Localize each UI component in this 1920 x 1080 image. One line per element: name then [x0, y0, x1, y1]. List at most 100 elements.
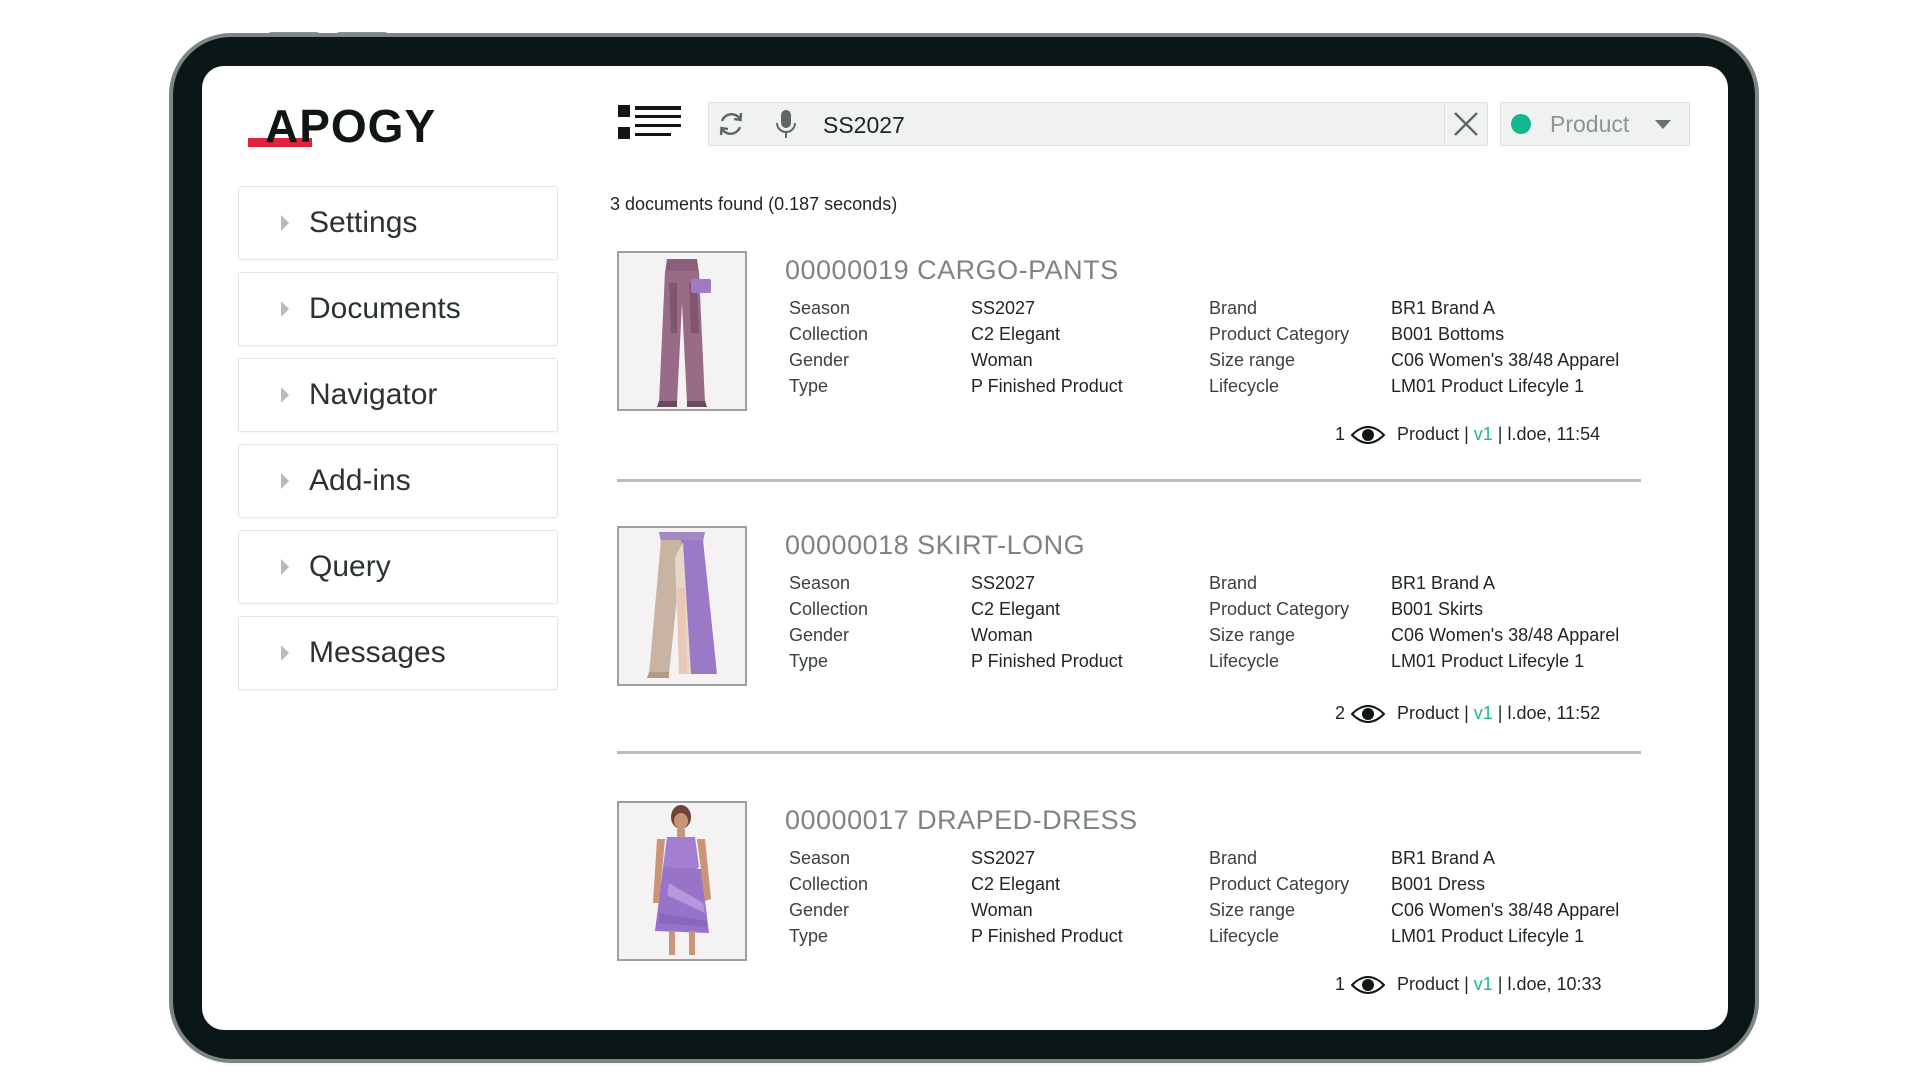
attribute-values-left: SS2027 C2 Elegant Woman P Finished Produ… [971, 295, 1123, 399]
season-value: SS2027 [971, 298, 1036, 318]
gender-value: Woman [971, 625, 1033, 645]
list-view-icon[interactable] [617, 103, 683, 143]
doc-type: Product [1397, 703, 1460, 723]
size-range-value: C06 Women's 38/48 Apparel [1391, 625, 1620, 645]
type-value: P Finished Product [971, 651, 1123, 671]
doc-type: Product [1397, 424, 1460, 444]
separator: | [1459, 974, 1474, 994]
eye-icon[interactable] [1351, 704, 1386, 724]
separator: | [1492, 974, 1508, 994]
user-time: l.doe, 10:33 [1507, 974, 1602, 994]
chevron-right-icon [281, 301, 289, 317]
sidebar: Settings Documents Navigator Add-ins Que… [238, 186, 558, 702]
attribute-labels-left: Season Collection Gender Type [789, 845, 868, 949]
season-label: Season [789, 573, 851, 593]
result-card[interactable]: 00000017 DRAPED-DRESS Season Collection … [617, 801, 1641, 1030]
product-category-label: Product Category [1209, 324, 1350, 344]
document-type-select[interactable]: Product [1500, 102, 1690, 146]
collection-value: C2 Elegant [971, 874, 1061, 894]
chevron-right-icon [281, 645, 289, 661]
caret-down-icon [1655, 119, 1671, 129]
sidebar-item-label: Add-ins [309, 464, 411, 497]
lifecycle-value: LM01 Product Lifecyle 1 [1391, 651, 1585, 671]
season-label: Season [789, 848, 851, 868]
brand-value: BR1 Brand A [1391, 848, 1496, 868]
apogy-logo: APOGY [248, 98, 448, 158]
size-range-value: C06 Women's 38/48 Apparel [1391, 900, 1620, 920]
sidebar-item-label: Messages [309, 636, 446, 669]
result-divider [617, 479, 1641, 482]
result-card[interactable]: 00000018 SKIRT-LONG Season Collection Ge… [617, 526, 1641, 800]
chevron-right-icon [281, 473, 289, 489]
gender-label: Gender [789, 900, 850, 920]
product-category-value: B001 Bottoms [1391, 324, 1505, 344]
user-time: l.doe, 11:52 [1507, 703, 1601, 723]
app-screen: APOGY Settings Documents Navigator Add-i… [202, 66, 1728, 1030]
attribute-labels-right: Brand Product Category Size range Lifecy… [1209, 295, 1349, 399]
separator: | [1492, 424, 1508, 444]
result-title[interactable]: 00000018 SKIRT-LONG [785, 530, 1085, 561]
result-title[interactable]: 00000019 CARGO-PANTS [785, 255, 1119, 286]
result-meta: 2 Product | v1 | l.doe, 11:52 [1317, 703, 1637, 724]
season-value: SS2027 [971, 848, 1036, 868]
search-input[interactable] [821, 108, 1405, 142]
attribute-labels-left: Season Collection Gender Type [789, 570, 868, 674]
size-range-value: C06 Women's 38/48 Apparel [1391, 350, 1620, 370]
logo-text: APOGY [265, 100, 437, 152]
product-category-value: B001 Dress [1391, 874, 1486, 894]
version-badge: v1 [1473, 703, 1493, 723]
gender-label: Gender [789, 350, 850, 370]
type-value: P Finished Product [971, 376, 1123, 396]
sidebar-item-add-ins[interactable]: Add-ins [238, 444, 558, 518]
result-meta: 1 Product | v1 | l.doe, 11:54 [1317, 424, 1637, 445]
size-range-label: Size range [1209, 900, 1296, 920]
sidebar-item-settings[interactable]: Settings [238, 186, 558, 260]
microphone-icon[interactable] [773, 108, 799, 140]
attribute-values-left: SS2027 C2 Elegant Woman P Finished Produ… [971, 570, 1123, 674]
attribute-values-right: BR1 Brand A B001 Bottoms C06 Women's 38/… [1391, 295, 1619, 399]
clear-search-icon[interactable] [1444, 103, 1487, 145]
separator: | [1492, 703, 1508, 723]
collection-value: C2 Elegant [971, 599, 1061, 619]
sidebar-item-query[interactable]: Query [238, 530, 558, 604]
lifecycle-label: Lifecycle [1209, 651, 1280, 671]
brand-label: Brand [1209, 298, 1258, 318]
sidebar-item-messages[interactable]: Messages [238, 616, 558, 690]
brand-label: Brand [1209, 573, 1258, 593]
sidebar-item-documents[interactable]: Documents [238, 272, 558, 346]
document-type-value: Product [1550, 110, 1630, 137]
type-value: P Finished Product [971, 926, 1123, 946]
doc-type: Product [1397, 974, 1460, 994]
sidebar-item-label: Settings [309, 206, 418, 239]
lifecycle-value: LM01 Product Lifecyle 1 [1391, 376, 1585, 396]
chevron-right-icon [281, 215, 289, 231]
result-divider [617, 751, 1641, 754]
product-thumbnail-cargo-pants[interactable] [617, 251, 747, 411]
product-thumbnail-draped-dress[interactable] [617, 801, 747, 961]
result-title[interactable]: 00000017 DRAPED-DRESS [785, 805, 1138, 836]
eye-icon[interactable] [1351, 975, 1386, 995]
separator: | [1459, 703, 1474, 723]
chevron-right-icon [281, 559, 289, 575]
brand-value: BR1 Brand A [1391, 298, 1496, 318]
product-thumbnail-skirt-long[interactable] [617, 526, 747, 686]
eye-icon[interactable] [1351, 425, 1386, 445]
user-time: l.doe, 11:54 [1507, 424, 1601, 444]
sidebar-item-label: Navigator [309, 378, 438, 411]
product-category-label: Product Category [1209, 874, 1350, 894]
type-label: Type [789, 376, 829, 396]
refresh-icon[interactable] [715, 108, 747, 140]
attribute-values-right: BR1 Brand A B001 Skirts C06 Women's 38/4… [1391, 570, 1619, 674]
result-card[interactable]: 00000019 CARGO-PANTS Season Collection G… [617, 251, 1641, 525]
separator: | [1459, 424, 1474, 444]
view-count: 1 [1335, 424, 1346, 444]
collection-label: Collection [789, 874, 869, 894]
lifecycle-value: LM01 Product Lifecyle 1 [1391, 926, 1585, 946]
product-category-value: B001 Skirts [1391, 599, 1484, 619]
attribute-labels-left: Season Collection Gender Type [789, 295, 868, 399]
collection-label: Collection [789, 324, 869, 344]
chevron-right-icon [281, 387, 289, 403]
view-count: 2 [1335, 703, 1346, 723]
sidebar-item-navigator[interactable]: Navigator [238, 358, 558, 432]
lifecycle-label: Lifecycle [1209, 926, 1280, 946]
